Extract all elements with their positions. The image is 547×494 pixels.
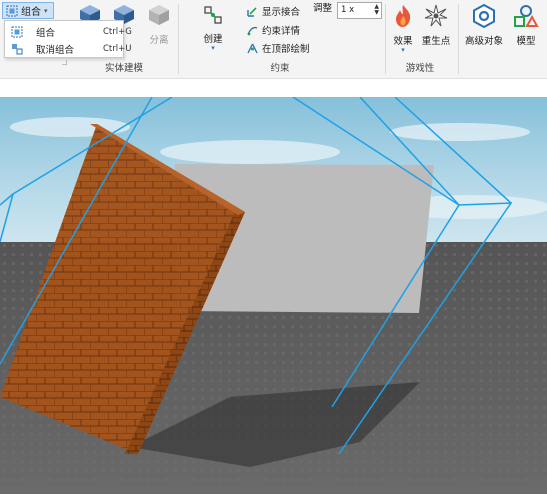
constraint-create-icon bbox=[204, 6, 222, 24]
group-dropdown-label: 组合 bbox=[21, 7, 41, 18]
solid-modeling-group-label-text: 实体建模 bbox=[104, 63, 143, 74]
ribbon-separator bbox=[458, 4, 459, 74]
spawn-button[interactable]: 重生点 bbox=[420, 4, 452, 47]
menu-item-ungroup-shortcut: Ctrl+U bbox=[103, 43, 132, 54]
menu-item-group-shortcut: Ctrl+G bbox=[103, 26, 132, 37]
3d-viewport[interactable] bbox=[0, 97, 547, 494]
ungroup-icon bbox=[12, 43, 23, 54]
group-icon bbox=[11, 26, 23, 37]
draw-on-top-label: 在顶部绘制 bbox=[262, 44, 310, 55]
solid-modeling-group-label bbox=[62, 60, 67, 65]
constraint-details-label: 约束详情 bbox=[262, 26, 301, 37]
draw-on-top-icon bbox=[247, 43, 258, 53]
model-label: 模型 bbox=[516, 36, 536, 47]
chevron-down-icon: ▾ bbox=[401, 46, 405, 54]
viewport-scene[interactable] bbox=[0, 97, 547, 494]
separate-button[interactable]: 分离 bbox=[144, 3, 174, 46]
spin-arrows-icon[interactable]: ▲ ▼ bbox=[374, 4, 379, 16]
group-dropdown-menu: 组合 Ctrl+G 取消组合 Ctrl+U bbox=[4, 20, 132, 58]
menu-item-group-label: 组合 bbox=[36, 27, 56, 39]
show-welds-label: 显示接合 bbox=[262, 7, 301, 18]
group-dropdown-button[interactable]: 组合 ▾ bbox=[2, 2, 54, 19]
model-shapes-icon bbox=[514, 5, 539, 27]
ribbon-separator bbox=[385, 4, 386, 74]
advanced-objects-button[interactable]: 高级对象 bbox=[462, 3, 506, 47]
effects-button[interactable]: 效果 ▾ bbox=[390, 4, 416, 54]
constraint-details-toggle[interactable]: 约束详情 bbox=[247, 23, 300, 37]
hexagon-gear-icon bbox=[473, 3, 495, 29]
group-icon bbox=[6, 5, 18, 16]
menu-item-group[interactable]: 组合 Ctrl+G bbox=[5, 23, 132, 40]
ribbon-separator bbox=[178, 4, 179, 74]
create-constraint-button[interactable]: 创建 ▾ bbox=[196, 4, 230, 52]
menu-item-ungroup[interactable]: 取消组合 Ctrl+U bbox=[5, 40, 131, 57]
adjust-value: 1 x bbox=[341, 5, 355, 15]
chevron-down-icon: ▾ bbox=[44, 6, 48, 15]
adjust-spinbox[interactable]: 1 x ▲ ▼ bbox=[337, 2, 382, 19]
separate-cube-icon bbox=[149, 5, 169, 25]
ribbon-bottom-strip bbox=[0, 78, 547, 97]
separate-label: 分离 bbox=[149, 35, 169, 46]
draw-on-top-toggle[interactable]: 在顶部绘制 bbox=[247, 41, 310, 55]
constraint-details-icon bbox=[247, 26, 258, 35]
adjust-label: 调整 bbox=[313, 3, 333, 14]
weld-icon bbox=[247, 6, 257, 17]
effects-label: 效果 bbox=[393, 36, 413, 47]
constraints-group-label: 约束 bbox=[270, 63, 290, 74]
menu-item-ungroup-label: 取消组合 bbox=[36, 44, 75, 56]
spawn-label: 重生点 bbox=[421, 36, 451, 47]
create-label: 创建 bbox=[203, 34, 223, 45]
model-button[interactable]: 模型 bbox=[511, 4, 541, 47]
show-welds-toggle[interactable]: 显示接合 bbox=[247, 4, 300, 18]
spawn-burst-icon bbox=[424, 4, 448, 27]
advanced-objects-label: 高级对象 bbox=[464, 36, 503, 47]
gameplay-group-label: 游戏性 bbox=[405, 63, 435, 74]
fire-icon bbox=[396, 5, 411, 27]
chevron-down-icon: ▾ bbox=[211, 44, 215, 52]
